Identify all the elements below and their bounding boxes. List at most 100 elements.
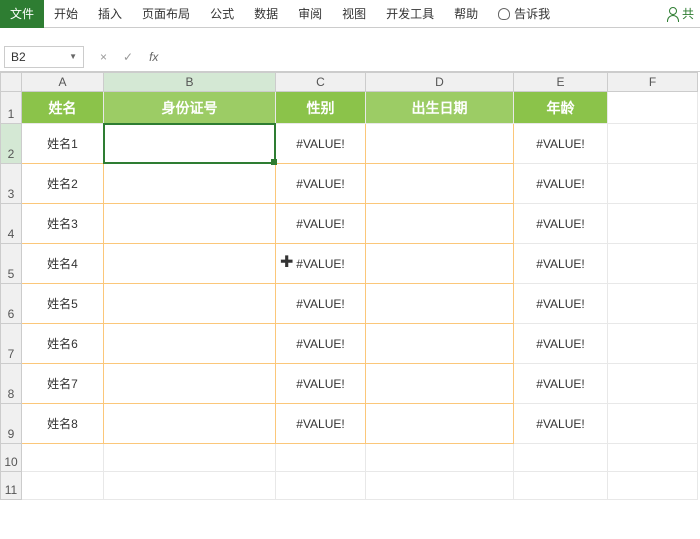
row-header[interactable]: 6: [0, 284, 22, 324]
tab-view[interactable]: 视图: [332, 0, 376, 28]
cell[interactable]: #VALUE!: [514, 364, 608, 404]
row-header[interactable]: 11: [0, 472, 22, 500]
cell[interactable]: [608, 444, 698, 472]
cell[interactable]: [366, 204, 514, 244]
tab-review[interactable]: 审阅: [288, 0, 332, 28]
cell[interactable]: #VALUE!: [276, 164, 366, 204]
cell[interactable]: [608, 164, 698, 204]
cell-f1[interactable]: [608, 92, 698, 124]
cell[interactable]: [366, 124, 514, 164]
tab-developer[interactable]: 开发工具: [376, 0, 444, 28]
cell[interactable]: #VALUE!: [276, 324, 366, 364]
row-header[interactable]: 9: [0, 404, 22, 444]
cell[interactable]: [608, 244, 698, 284]
cell-a1[interactable]: 姓名: [22, 92, 104, 124]
cell[interactable]: [366, 284, 514, 324]
cell[interactable]: [514, 472, 608, 500]
row-header[interactable]: 10: [0, 444, 22, 472]
cell[interactable]: [366, 244, 514, 284]
cell[interactable]: 姓名2: [22, 164, 104, 204]
cell-b1[interactable]: 身份证号: [104, 92, 276, 124]
col-header-b[interactable]: B: [104, 72, 276, 92]
cell[interactable]: [366, 364, 514, 404]
cell[interactable]: [608, 324, 698, 364]
cell[interactable]: [276, 472, 366, 500]
cell-d1[interactable]: 出生日期: [366, 92, 514, 124]
cell[interactable]: [366, 472, 514, 500]
cell[interactable]: #VALUE!: [276, 284, 366, 324]
cell[interactable]: [104, 284, 276, 324]
cell[interactable]: #VALUE!: [276, 404, 366, 444]
cell[interactable]: 姓名8: [22, 404, 104, 444]
name-box[interactable]: B2 ▼: [4, 46, 84, 68]
col-header-a[interactable]: A: [22, 72, 104, 92]
cell[interactable]: [104, 404, 276, 444]
cell[interactable]: [608, 364, 698, 404]
cell[interactable]: [366, 324, 514, 364]
cell[interactable]: #VALUE!: [514, 244, 608, 284]
cell[interactable]: [514, 444, 608, 472]
tab-tellme[interactable]: 告诉我: [488, 0, 560, 28]
cell[interactable]: #VALUE!: [514, 284, 608, 324]
cell[interactable]: [608, 124, 698, 164]
tab-data[interactable]: 数据: [244, 0, 288, 28]
cell[interactable]: 姓名3: [22, 204, 104, 244]
cell[interactable]: 姓名7: [22, 364, 104, 404]
cell[interactable]: [608, 204, 698, 244]
cell-e1[interactable]: 年龄: [514, 92, 608, 124]
cell[interactable]: #VALUE!: [514, 404, 608, 444]
col-header-d[interactable]: D: [366, 72, 514, 92]
cell[interactable]: #VALUE!: [276, 124, 366, 164]
cell[interactable]: #VALUE!: [276, 364, 366, 404]
cancel-icon[interactable]: ×: [100, 50, 107, 64]
cell[interactable]: [104, 124, 276, 164]
confirm-icon[interactable]: ✓: [123, 50, 133, 64]
cell[interactable]: [22, 472, 104, 500]
cell-c1[interactable]: 性别: [276, 92, 366, 124]
cell[interactable]: [104, 204, 276, 244]
cell[interactable]: [366, 444, 514, 472]
cell[interactable]: [608, 284, 698, 324]
tab-help[interactable]: 帮助: [444, 0, 488, 28]
row-header[interactable]: 4: [0, 204, 22, 244]
row-header-1[interactable]: 1: [0, 92, 22, 124]
cell[interactable]: [22, 444, 104, 472]
tab-file[interactable]: 文件: [0, 0, 44, 28]
cell[interactable]: #VALUE!: [514, 204, 608, 244]
tab-home[interactable]: 开始: [44, 0, 88, 28]
col-header-f[interactable]: F: [608, 72, 698, 92]
row-header[interactable]: 2: [0, 124, 22, 164]
cell[interactable]: [104, 444, 276, 472]
cell[interactable]: [366, 164, 514, 204]
cell[interactable]: #VALUE!: [276, 204, 366, 244]
select-all-corner[interactable]: [0, 72, 22, 92]
cell[interactable]: #VALUE!: [514, 124, 608, 164]
cell[interactable]: #VALUE!: [514, 324, 608, 364]
cell[interactable]: 姓名4: [22, 244, 104, 284]
cell[interactable]: [104, 164, 276, 204]
cell[interactable]: [104, 244, 276, 284]
share-button[interactable]: 共: [666, 5, 700, 22]
row-header[interactable]: 8: [0, 364, 22, 404]
cell[interactable]: [276, 444, 366, 472]
formula-input[interactable]: [174, 46, 700, 68]
col-header-c[interactable]: C: [276, 72, 366, 92]
row-header[interactable]: 3: [0, 164, 22, 204]
cell[interactable]: [366, 404, 514, 444]
row-header[interactable]: 7: [0, 324, 22, 364]
cell[interactable]: [608, 472, 698, 500]
cell[interactable]: 姓名1: [22, 124, 104, 164]
cell[interactable]: [104, 324, 276, 364]
tab-formulas[interactable]: 公式: [200, 0, 244, 28]
tab-layout[interactable]: 页面布局: [132, 0, 200, 28]
col-header-e[interactable]: E: [514, 72, 608, 92]
fx-icon[interactable]: fx: [149, 50, 158, 64]
cell[interactable]: 姓名5: [22, 284, 104, 324]
cell[interactable]: #VALUE!: [276, 244, 366, 284]
cell[interactable]: 姓名6: [22, 324, 104, 364]
cell[interactable]: [608, 404, 698, 444]
cell[interactable]: [104, 364, 276, 404]
tab-insert[interactable]: 插入: [88, 0, 132, 28]
cell[interactable]: [104, 472, 276, 500]
row-header[interactable]: 5: [0, 244, 22, 284]
